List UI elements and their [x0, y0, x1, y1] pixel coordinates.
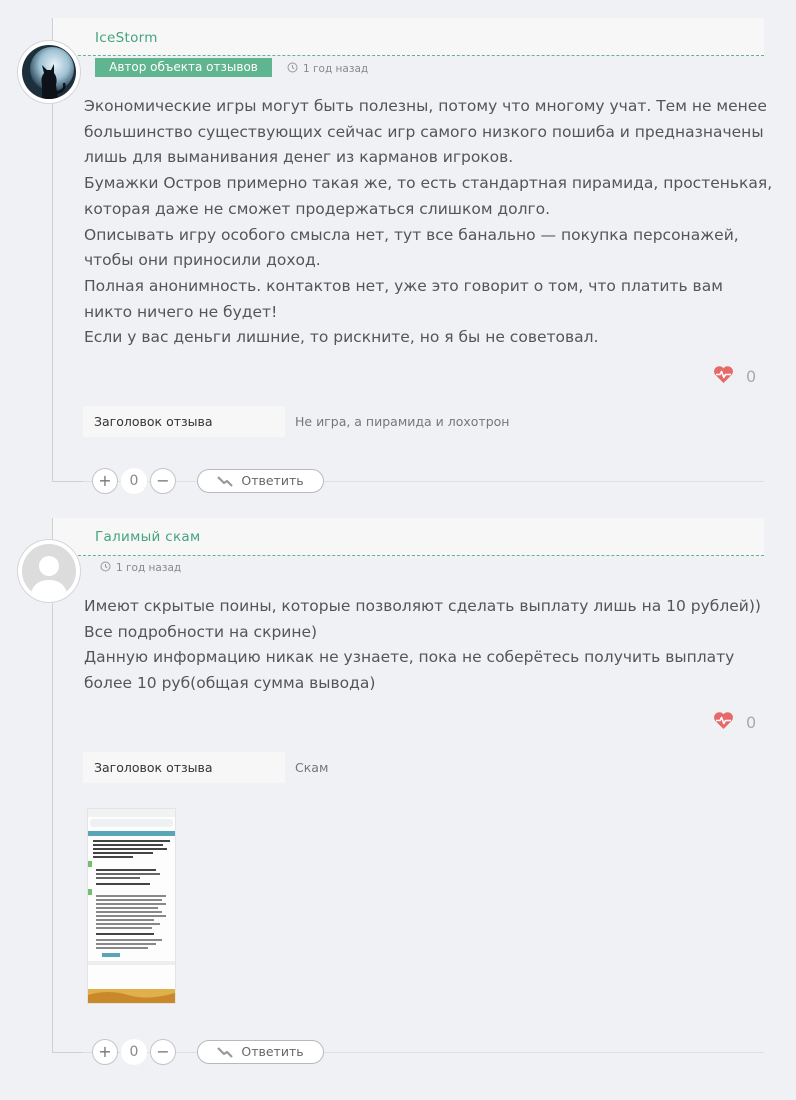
review-title-label: Заголовок отзыва [83, 406, 285, 437]
comment-paragraph: Полная анонимность. контактов нет, уже э… [84, 276, 723, 321]
downvote-button[interactable]: − [150, 468, 176, 494]
heart-pulse-icon [713, 711, 734, 734]
clock-icon [287, 62, 298, 76]
review-title-label: Заголовок отзыва [83, 752, 285, 783]
author-badge: Автор объекта отзывов [95, 58, 272, 77]
divider [83, 1052, 764, 1053]
like-count: 0 [746, 713, 757, 732]
comment-paragraph: Имеют скрытые поины, которые позволяют с… [84, 597, 761, 615]
heart-pulse-icon [713, 365, 734, 388]
upvote-button[interactable]: + [92, 1039, 118, 1065]
like-count: 0 [746, 367, 757, 386]
like-button[interactable]: 0 [713, 365, 756, 388]
screenshot-attachment[interactable] [88, 809, 175, 1003]
reply-button[interactable]: Ответить [197, 469, 324, 493]
reply-label: Ответить [241, 473, 304, 488]
review-title-value: Не игра, а пирамида и лохотрон [295, 414, 510, 429]
author-name[interactable]: IceStorm [95, 30, 158, 46]
timestamp-text: 1 год назад [303, 63, 369, 75]
avatar[interactable] [18, 41, 80, 103]
avatar[interactable] [18, 540, 80, 602]
review-title-value: Скам [295, 760, 329, 775]
like-button[interactable]: 0 [713, 711, 756, 734]
reply-label: Ответить [241, 1044, 304, 1059]
timestamp: 1 год назад [100, 561, 181, 575]
comment-paragraph: Данную информацию никак не узнаете, пока… [84, 648, 735, 693]
comment-paragraph: Все подробности на скрине) [84, 622, 318, 641]
comment-paragraph: Бумажки Остров примерно такая же, то ест… [84, 174, 773, 218]
timestamp-text: 1 год назад [116, 562, 182, 574]
vote-count: 0 [121, 468, 147, 494]
comment-body: Экономические игры могут быть полезны, п… [84, 94, 774, 351]
comment-paragraph: Экономические игры могут быть полезны, п… [84, 97, 767, 167]
default-avatar-icon [22, 544, 76, 598]
author-name[interactable]: Галимый скам [95, 529, 200, 545]
timestamp: 1 год назад [287, 62, 368, 76]
divider [83, 481, 764, 482]
reply-arrow-icon [217, 1043, 234, 1065]
comment-paragraph: Если у вас деньги лишние, то рискните, н… [84, 328, 599, 347]
comment-header [53, 18, 764, 56]
cat-moon-avatar [22, 45, 76, 99]
comment-paragraph: Описывать игру особого смысла нет, тут в… [84, 225, 739, 270]
clock-icon [100, 561, 111, 575]
comment-body: Имеют скрытые поины, которые позволяют с… [84, 594, 774, 697]
downvote-button[interactable]: − [150, 1039, 176, 1065]
vote-count: 0 [121, 1039, 147, 1065]
reply-button[interactable]: Ответить [197, 1040, 324, 1064]
reply-arrow-icon [217, 472, 234, 494]
upvote-button[interactable]: + [92, 468, 118, 494]
